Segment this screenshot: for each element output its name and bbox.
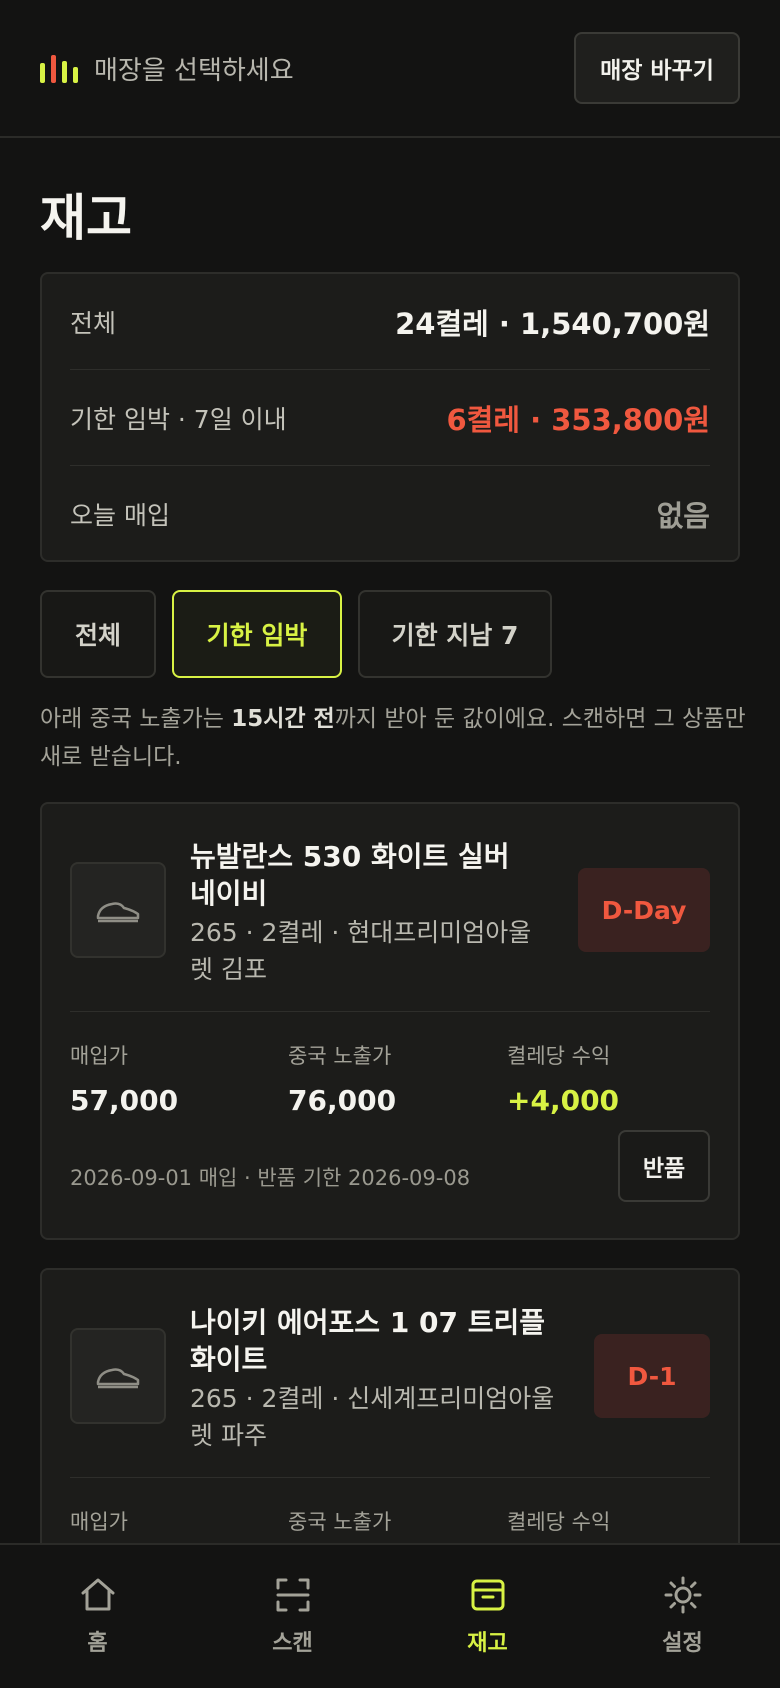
notice-text: 아래 중국 노출가는 xyxy=(40,706,232,732)
tab-expiring[interactable]: 기한 임박 xyxy=(172,590,342,678)
shoe-icon xyxy=(70,862,166,958)
tab-all[interactable]: 전체 xyxy=(40,590,156,678)
nav-label: 홈 xyxy=(87,1631,108,1656)
store-selector[interactable]: 매장을 선택하세요 xyxy=(40,50,294,87)
notice-time: 15시간 전 xyxy=(231,706,335,732)
sun-icon xyxy=(664,1576,701,1614)
stat-label: 중국 노출가 xyxy=(288,1044,392,1068)
product-title: 뉴발란스 530 화이트 실버 네이비 xyxy=(190,840,510,910)
stat-profit: 켤레당 수익 xyxy=(507,1506,610,1536)
product-header: 나이키 에어포스 1 07 트리플 화이트 265 · 2켤레 · 신세계프리미… xyxy=(70,1270,710,1478)
summary-card: 전체 24켤레 · 1,540,700원 기한 임박 · 7일 이내 6켤레 ·… xyxy=(40,272,740,562)
product-footer: 2026-09-01 매입 · 반품 기한 2026-09-08 반품 xyxy=(70,1130,710,1222)
stat-buy: 매입가 xyxy=(70,1506,128,1536)
shoe-icon xyxy=(70,1328,166,1424)
stat-china: 중국 노출가 76,000 xyxy=(288,1040,396,1117)
stat-profit: 켤레당 수익 +4,000 xyxy=(507,1040,619,1117)
stat-value: 76,000 xyxy=(288,1084,397,1117)
summary-value: 없음 xyxy=(656,499,710,533)
stat-china: 중국 노출가 xyxy=(288,1506,391,1536)
nav-label: 스캔 xyxy=(272,1631,313,1656)
tab-expired[interactable]: 기한 지남 7 xyxy=(358,590,552,678)
stat-buy: 매입가 57,000 xyxy=(70,1040,178,1117)
summary-value: 24켤레 · 1,540,700원 xyxy=(395,306,710,341)
nav-label: 설정 xyxy=(662,1631,703,1656)
summary-row-total: 전체 24켤레 · 1,540,700원 xyxy=(70,274,710,370)
product-meta: 265 · 2켤레 · 신세계프리미엄아울렛 파주 xyxy=(190,1384,555,1450)
summary-label: 전체 xyxy=(70,308,117,338)
product-stats: 매입가 57,000 중국 노출가 76,000 켤레당 수익 +4,000 xyxy=(70,1012,710,1130)
store-placeholder: 매장을 선택하세요 xyxy=(94,55,294,86)
box-icon xyxy=(471,1579,504,1611)
switch-store-button[interactable]: 매장 바꾸기 xyxy=(574,32,740,104)
nav-inventory[interactable]: 재고 xyxy=(390,1545,585,1688)
brand-bars-icon xyxy=(40,53,78,83)
stat-value: +4,000 xyxy=(507,1084,620,1117)
page-title: 재고 xyxy=(40,189,132,247)
stat-label: 켤레당 수익 xyxy=(507,1510,611,1534)
stat-label: 매입가 xyxy=(70,1044,128,1068)
summary-row-today: 오늘 매입 없음 xyxy=(70,466,710,562)
nav-label: 재고 xyxy=(467,1631,508,1656)
nav-settings[interactable]: 설정 xyxy=(585,1545,780,1688)
top-header: 매장을 선택하세요 매장 바꾸기 xyxy=(0,0,780,138)
return-button[interactable]: 반품 xyxy=(618,1130,710,1202)
product-meta: 265 · 2켤레 · 현대프리미엄아울렛 김포 xyxy=(190,918,532,984)
summary-label: 기한 임박 · 7일 이내 xyxy=(70,404,287,434)
filter-tabs: 전체 기한 임박 기한 지남 7 xyxy=(40,590,552,678)
dday-badge: D-Day xyxy=(578,868,710,952)
summary-label: 오늘 매입 xyxy=(70,501,170,530)
product-card[interactable]: 뉴발란스 530 화이트 실버 네이비 265 · 2켤레 · 현대프리미엄아울… xyxy=(40,802,740,1240)
product-header: 뉴발란스 530 화이트 실버 네이비 265 · 2켤레 · 현대프리미엄아울… xyxy=(70,804,710,1012)
bottom-nav: 홈 스캔 재고 설정 xyxy=(0,1543,780,1688)
stat-label: 매입가 xyxy=(70,1510,128,1534)
purchase-dates: 2026-09-01 매입 · 반품 기한 2026-09-08 xyxy=(70,1166,471,1190)
summary-row-expiring: 기한 임박 · 7일 이내 6켤레 · 353,800원 xyxy=(70,370,710,466)
nav-home[interactable]: 홈 xyxy=(0,1545,195,1688)
price-notice: 아래 중국 노출가는 15시간 전까지 받아 둔 값이에요. 스캔하면 그 상품… xyxy=(40,700,748,776)
stat-label: 켤레당 수익 xyxy=(507,1044,611,1068)
home-icon xyxy=(81,1578,114,1611)
dday-badge: D-1 xyxy=(594,1334,710,1418)
summary-value: 6켤레 · 353,800원 xyxy=(446,402,710,437)
stat-label: 중국 노출가 xyxy=(288,1510,392,1534)
nav-scan[interactable]: 스캔 xyxy=(195,1545,390,1688)
stat-value: 57,000 xyxy=(70,1084,179,1117)
scan-icon xyxy=(276,1578,309,1612)
product-title: 나이키 에어포스 1 07 트리플 화이트 xyxy=(190,1306,546,1376)
